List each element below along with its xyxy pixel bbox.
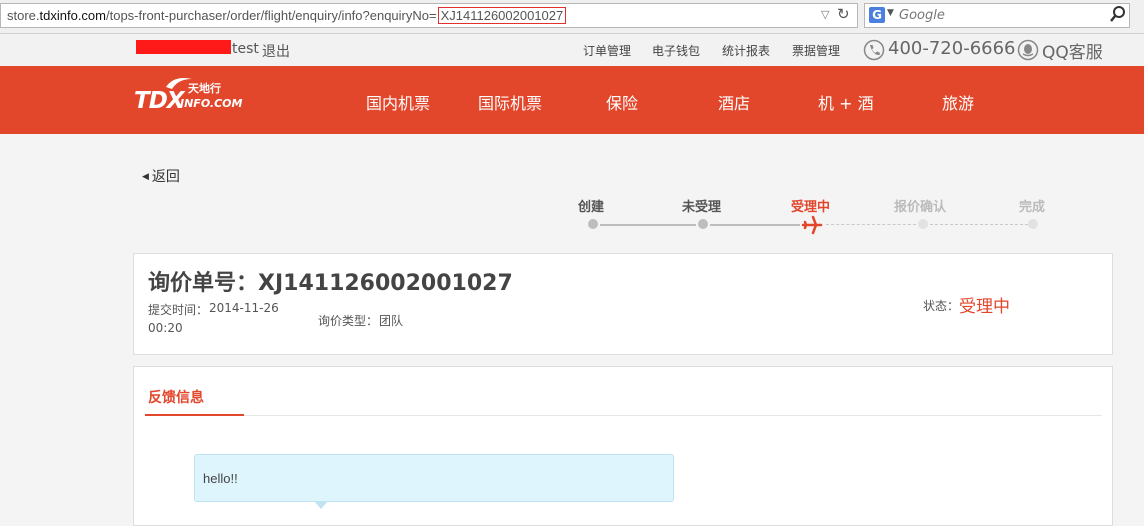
nav-travel[interactable]: 旅游 xyxy=(942,90,974,114)
progress-line xyxy=(600,224,696,226)
back-link[interactable]: ◀ 返回 xyxy=(142,166,180,186)
statistics-link[interactable]: 统计报表 xyxy=(722,42,770,59)
step-complete: 完成 xyxy=(1019,200,1046,215)
enquiry-type-label: 询价类型： xyxy=(318,314,379,328)
progress-line-pending xyxy=(930,224,1028,225)
submit-time-label: 提交时间： xyxy=(148,303,209,317)
url-enquiry-param: XJ141126002001027 xyxy=(437,7,567,24)
e-wallet-link[interactable]: 电子钱包 xyxy=(652,42,700,59)
plane-icon xyxy=(801,215,823,235)
chevron-left-icon: ◀ xyxy=(142,172,149,182)
order-management-link[interactable]: 订单管理 xyxy=(583,42,631,59)
nav-hotel[interactable]: 酒店 xyxy=(718,90,750,114)
qq-icon[interactable] xyxy=(1017,39,1039,61)
enquiry-number-title: 询价单号：XJ141126002001027 xyxy=(148,271,513,296)
nav-insurance[interactable]: 保险 xyxy=(606,90,638,114)
progress-line-pending xyxy=(826,224,916,225)
engine-dropdown-icon[interactable]: ▼ xyxy=(887,8,894,18)
url-path: /tops-front-purchaser/order/flight/enqui… xyxy=(106,8,437,23)
qq-service-link[interactable]: QQ客服 xyxy=(1042,38,1103,63)
url-dropdown-icon[interactable]: ▽ xyxy=(821,8,829,21)
message-text: hello!! xyxy=(203,471,238,486)
step-processing: 受理中 xyxy=(791,200,831,215)
site-logo[interactable]: 天地行 TDX INFO.COM xyxy=(134,75,244,125)
phone-icon xyxy=(863,39,885,61)
step-dot-created xyxy=(588,219,598,229)
url-prefix: store. xyxy=(7,8,40,23)
redacted-username xyxy=(136,40,231,54)
search-bar[interactable]: G ▼ Google xyxy=(864,3,1130,28)
logo-subtext: INFO.COM xyxy=(180,97,243,110)
logo-text: TDX xyxy=(134,88,185,114)
status-value: 受理中 xyxy=(959,297,1010,317)
nav-international-flights[interactable]: 国际机票 xyxy=(478,90,542,114)
step-unaccepted: 未受理 xyxy=(682,200,722,215)
url-text[interactable]: store.tdxinfo.com/tops-front-purchaser/o… xyxy=(7,7,567,24)
phone-number: 400-720-6666 xyxy=(888,38,1016,59)
logout-link[interactable]: 退出 xyxy=(262,41,290,61)
nav-domestic-flights[interactable]: 国内机票 xyxy=(366,90,430,114)
enquiry-type-value: 团队 xyxy=(379,314,404,328)
step-quote-confirm: 报价确认 xyxy=(894,200,947,215)
tab-active-underline xyxy=(145,414,244,416)
user-name: test xyxy=(232,41,259,57)
step-dot-complete xyxy=(1028,219,1038,229)
tab-feedback[interactable]: 反馈信息 xyxy=(148,387,204,407)
url-domain: tdxinfo.com xyxy=(39,8,106,23)
search-placeholder[interactable]: Google xyxy=(899,8,945,23)
address-bar[interactable]: store.tdxinfo.com/tops-front-purchaser/o… xyxy=(0,3,858,28)
step-created: 创建 xyxy=(578,200,605,215)
progress-line xyxy=(710,224,800,226)
submit-time: 00:20 xyxy=(148,321,183,335)
nav-flight-hotel[interactable]: 机 + 酒 xyxy=(818,90,874,114)
step-dot-quote-confirm xyxy=(918,219,928,229)
step-dot-unaccepted xyxy=(698,219,708,229)
tab-divider xyxy=(244,415,1102,416)
google-icon[interactable]: G xyxy=(869,7,885,23)
back-label: 返回 xyxy=(151,169,180,185)
search-icon[interactable] xyxy=(1109,5,1127,25)
message-bubble-tail xyxy=(314,501,328,509)
logo-chinese: 天地行 xyxy=(188,82,221,95)
submit-date: 2014-11-26 xyxy=(209,301,279,315)
invoice-management-link[interactable]: 票据管理 xyxy=(792,42,840,59)
message-bubble xyxy=(194,454,674,502)
feedback-card xyxy=(133,366,1113,526)
status-label: 状态： xyxy=(923,299,960,313)
reload-icon[interactable]: ↻ xyxy=(837,5,850,23)
